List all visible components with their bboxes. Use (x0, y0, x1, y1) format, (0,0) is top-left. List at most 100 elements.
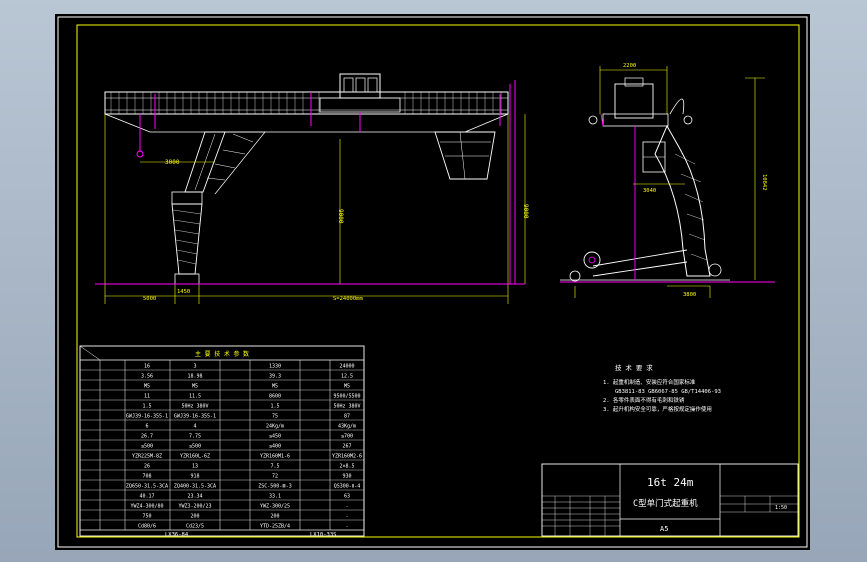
sheet-border-inner (76, 24, 800, 538)
drawing-sheet: 3000 9000 9000 1450 5000 S=24000mm 2200 … (55, 14, 810, 550)
tech-req-item-3: 2. 各零件表面不得有毛刺和铁锈 (603, 396, 685, 404)
param-cell: 18.98 (187, 374, 202, 380)
param-cell: GWJ39-16-355-1 (174, 414, 216, 420)
front-dim-9000-b: 9000 (522, 204, 529, 219)
param-cell: 4 (193, 424, 196, 430)
side-dim-wheel: 3800 (683, 292, 696, 298)
param-cell: YWZ4-300/80 (130, 504, 163, 510)
side-dim-top: 2200 (623, 63, 636, 69)
param-cell: 2×8.5 (339, 464, 354, 470)
param-cell: ZQ400-31.5-3CA (174, 484, 216, 490)
drawing-scale: 1:50 (775, 505, 787, 511)
param-cell: 8600 (269, 394, 281, 400)
param-cell: 918 (190, 474, 199, 480)
param-cell: 24Kg/m (266, 424, 284, 430)
param-cell: M5 (144, 384, 150, 390)
param-cell: - (345, 524, 348, 530)
param-cell: 26 (144, 464, 150, 470)
param-cell: YTD-25ZB/4 (260, 524, 290, 530)
param-cell: GWJ39-16-355-1 (126, 414, 168, 420)
param-cell: 75 (272, 414, 278, 420)
title-line1: 16t 24m (647, 476, 694, 489)
param-cell: M5 (272, 384, 278, 390)
param-cell: YWZ3-200/23 (178, 504, 211, 510)
param-cell: - (345, 504, 348, 510)
param-cell: 87 (344, 414, 350, 420)
tech-req-item-2: GB3811-83 GB6067-85 GB/T14406-93 (615, 389, 721, 395)
param-cell: 43Kg/m (338, 424, 356, 430)
param-cell: 72 (272, 474, 278, 480)
param-cell: YZR160L-6Z (180, 454, 210, 460)
front-dim-5000: 5000 (143, 296, 156, 302)
param-cell: 267 (342, 444, 351, 450)
param-cell: 750 (142, 514, 151, 520)
side-view: 2200 3040 10842 3800 (560, 63, 775, 298)
param-cell: 39.3 (269, 374, 281, 380)
params-table: 主 要 技 术 参 数 16 3 1330 24000 3.56 18.98 39.3 12.… (79, 345, 365, 538)
title-block: 16t 24m C型单门式起重机 A5 1:50 (541, 463, 799, 537)
param-cell: 200 (270, 514, 279, 520)
param-cell: YZR160M2-6 (332, 454, 362, 460)
params-table-title: 主 要 技 术 参 数 (195, 350, 249, 358)
param-cell: 16 (144, 364, 150, 370)
param-cell: 33.1 (269, 494, 281, 500)
title-line2: C型单门式起重机 (633, 498, 698, 509)
param-cell: 12.5 (341, 374, 353, 380)
param-cell: 3 (193, 364, 196, 370)
param-cell: - (345, 514, 348, 520)
param-cell: 26.7 (141, 434, 153, 440)
param-cell: 1330 (269, 364, 281, 370)
cad-viewport[interactable]: 3000 9000 9000 1450 5000 S=24000mm 2200 … (0, 0, 867, 562)
param-cell: 23.34 (187, 494, 202, 500)
param-cell: QS300-Ⅱ-4 (334, 484, 361, 490)
tech-req-item-1: 1. 起重机制造、安装应符合国家标准 (603, 378, 696, 386)
param-cell: 6 (145, 424, 148, 430)
param-cell: ≤400 (269, 444, 281, 450)
param-cell: YWZ-300/25 (260, 504, 290, 510)
param-cell: 11 (144, 394, 150, 400)
param-cell: 1.5 (142, 404, 151, 410)
tech-requirements: 技 术 要 求 1. 起重机制造、安装应符合国家标准 GB3811-83 GB6… (603, 363, 721, 413)
param-cell: 13 (192, 464, 198, 470)
front-dim-span: S=24000mm (333, 296, 363, 302)
param-cell: 11.5 (189, 394, 201, 400)
param-cell: 930 (342, 474, 351, 480)
param-cell: ≤500 (189, 444, 201, 450)
sheet-size: A5 (660, 525, 668, 533)
param-cell: ≤500 (141, 444, 153, 450)
front-dim-9000-a: 9000 (337, 209, 344, 224)
param-cell: YZR160M1-6 (260, 454, 290, 460)
param-cell: 9500/5500 (333, 394, 360, 400)
param-cell: Cd80/6 (138, 524, 156, 530)
tech-req-title: 技 术 要 求 (615, 363, 653, 372)
param-cell: 200 (190, 514, 199, 520)
param-cell: M5 (344, 384, 350, 390)
param-cell: 63 (344, 494, 350, 500)
front-dim-1450: 1450 (177, 289, 190, 295)
front-view: 3000 9000 9000 1450 5000 S=24000mm (95, 73, 529, 304)
params-footer-left: LX36-84 (165, 532, 189, 538)
side-dim-mid: 3040 (643, 188, 656, 194)
trolley (339, 73, 381, 99)
tech-req-item-4: 3. 起升机构安全可靠，严格按规定操作使用 (603, 405, 712, 413)
param-cell: 50Hz 380V (333, 404, 360, 410)
param-cell: M5 (192, 384, 198, 390)
param-cell: 7.75 (189, 434, 201, 440)
param-cell: 708 (142, 474, 151, 480)
drawing-canvas: 3000 9000 9000 1450 5000 S=24000mm 2200 … (57, 16, 808, 548)
param-cell: 1.5 (270, 404, 279, 410)
param-cell: 3.56 (141, 374, 153, 380)
param-cell: 40.17 (139, 494, 154, 500)
side-dim-height: 10842 (761, 174, 767, 191)
param-cell: ZSC-500-Ⅲ-3 (258, 484, 292, 490)
params-footer-right: LX10-33S (310, 532, 337, 538)
param-cell: Cd23/5 (186, 524, 204, 530)
param-cell: ZQ650-31.5-3CA (126, 484, 168, 490)
param-cell: 24000 (339, 364, 354, 370)
front-dim-3000: 3000 (165, 159, 180, 166)
param-cell: ≤700 (341, 434, 353, 440)
param-cell: 7.5 (270, 464, 279, 470)
param-cell: ≤450 (269, 434, 281, 440)
param-cell: YZR225M-8Z (132, 454, 162, 460)
param-cell: 50Hz 380V (181, 404, 208, 410)
